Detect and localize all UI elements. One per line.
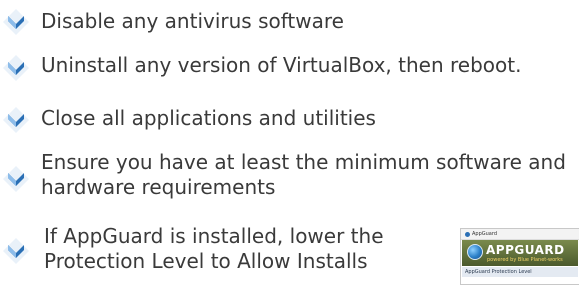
step-text: Uninstall any version of VirtualBox, the… <box>41 53 522 77</box>
step-item: Disable any antivirus software <box>0 6 579 46</box>
step-item: Uninstall any version of VirtualBox, the… <box>0 51 579 91</box>
step-text: Disable any antivirus software <box>41 9 344 33</box>
appguard-app-icon <box>465 231 470 237</box>
chevron-bullet-icon <box>2 106 30 134</box>
step-text: Close all applications and utilities <box>41 106 376 130</box>
chevron-bullet-icon <box>2 54 30 82</box>
appguard-window-thumbnail: AppGuard APPGUARD powered by Blue Planet… <box>460 228 579 285</box>
appguard-titlebar: AppGuard <box>461 229 579 240</box>
step-text: Ensure you have at least the minimum sof… <box>41 150 566 199</box>
appguard-logo-icon <box>467 244 483 260</box>
chevron-bullet-icon <box>2 165 30 193</box>
step-text: If AppGuard is installed, lower the Prot… <box>44 224 384 273</box>
chevron-bullet-icon <box>2 237 30 265</box>
appguard-protection-level-label: AppGuard Protection Level <box>462 267 578 277</box>
step-item: Close all applications and utilities <box>0 103 579 143</box>
appguard-window-title: AppGuard <box>472 231 498 237</box>
step-item: Ensure you have at least the minimum sof… <box>0 150 579 210</box>
appguard-tagline: powered by Blue Planet-works <box>487 257 563 263</box>
chevron-bullet-icon <box>2 8 30 36</box>
appguard-brand-text: APPGUARD <box>486 243 565 257</box>
appguard-banner: APPGUARD powered by Blue Planet-works <box>462 240 578 266</box>
